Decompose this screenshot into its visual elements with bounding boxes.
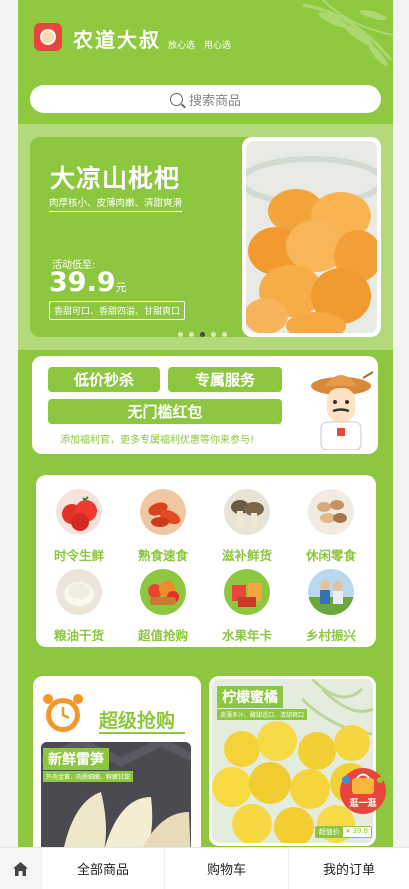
category-label: 时令生鲜 [53,548,104,563]
super-deal-title: 超级抢购 [99,710,176,732]
alarm-clock-icon [43,694,83,732]
lemon-title: 柠檬蜜橘 [217,686,283,708]
lemon-subtitle: 皮薄多汁、酸甜适口、清甜爽口 [217,709,308,720]
category-label: 休闲零食 [305,548,356,563]
title-underline [99,732,185,734]
lemon-price-badge: 超值价 ¥ 39.9 [314,826,372,838]
category-item[interactable]: 滋补鲜货 [212,489,282,564]
category-item[interactable]: 熟食速食 [128,489,198,564]
browse-float-button[interactable]: 逛一逛 [338,766,388,816]
banner-price: 39.9元 [49,267,127,298]
banner-tags: 香甜可口、香甜四溢、甘甜爽口 [49,301,186,320]
farmer-mascot-icon [311,371,374,450]
promo-card: 低价秒杀 专属服务 无门槛红包 添加福利官，更多专属福利优惠等你来参与! [32,356,378,454]
slogan-1: 放心选 [168,41,196,51]
nuts-icon [308,489,354,535]
category-item[interactable]: 乡村振兴 [296,569,366,644]
category-label: 滋补鲜货 [221,548,272,563]
brand-name: 农道大叔 [73,28,161,52]
category-item[interactable]: 超值抢购 [128,569,198,644]
mushroom-icon [224,489,270,535]
app-screen: 农道大叔 放心选 用心选 搜索商品 大凉山枇杷 肉厚核小、皮薄肉嫩、清甜爽滑 活… [18,0,393,889]
search-placeholder: 搜索商品 [188,93,241,109]
category-item[interactable]: 休闲零食 [296,489,366,564]
tab-my-orders[interactable]: 我的订单 [289,848,409,889]
flash-sale-button[interactable]: 低价秒杀 [48,367,160,392]
category-label: 超值抢购 [137,628,188,643]
category-label: 水果年卡 [221,628,272,643]
bottom-tab-bar: 全部商品 购物车 我的订单 [0,847,409,889]
search-bar[interactable]: 搜索商品 [30,85,381,113]
carousel-dot[interactable] [222,332,227,337]
carousel-dot-active[interactable] [200,332,205,337]
category-item[interactable]: 时令生鲜 [44,489,114,564]
logo-icon [34,23,62,51]
category-label: 粮油干货 [53,628,104,643]
loquat-photo-icon [246,141,377,333]
banner-title: 大凉山枇杷 [50,164,181,193]
bamboo-subtitle: 外壳金黄、肉质细嫩、鲜嫩甘甜 [43,771,134,782]
rice-icon [56,569,102,615]
carousel-indicator[interactable] [178,332,227,337]
carousel-dot[interactable] [178,332,183,337]
category-grid: 时令生鲜 熟食速食 滋补鲜货 休闲零食 粮油干货 超值抢购 水果年卡 乡村振兴 [36,475,376,647]
tab-cart[interactable]: 购物车 [165,848,289,889]
home-icon [13,861,28,876]
carousel-dot[interactable] [189,332,194,337]
browse-label: 逛一逛 [349,797,376,809]
banner-subtitle: 肉厚核小、皮薄肉嫩、清甜爽滑 [49,195,183,212]
tomato-icon [56,489,102,535]
fruit-box-icon [224,569,270,615]
fruit-basket-icon [140,569,186,615]
category-item[interactable]: 粮油干货 [44,569,114,644]
carousel-dot[interactable] [211,332,216,337]
super-deal-card[interactable]: 超级抢购 新鲜雷笋 外壳金黄、肉质细嫩、鲜嫩甘甜 [33,676,201,856]
category-label: 乡村振兴 [305,628,356,643]
exclusive-service-button[interactable]: 专属服务 [168,367,282,392]
lemon-orange-card[interactable]: 柠檬蜜橘 皮薄多汁、酸甜适口、清甜爽口 超值价 ¥ 39.9 [209,676,376,846]
category-item[interactable]: 水果年卡 [212,569,282,644]
leaf-decoration-icon [302,0,393,66]
home-tab[interactable] [0,848,42,889]
loquat-image[interactable] [242,137,381,337]
bamboo-title: 新鲜雷笋 [43,748,109,770]
slogan-2: 用心选 [204,41,232,51]
farmers-icon [308,569,354,615]
header: 农道大叔 放心选 用心选 搜索商品 [18,0,393,124]
red-packet-button[interactable]: 无门槛红包 [48,399,282,424]
search-icon [169,92,183,106]
tab-all-products[interactable]: 全部商品 [42,848,165,889]
category-label: 熟食速食 [137,548,188,563]
crayfish-icon [140,489,186,535]
promo-tip: 添加福利官，更多专属福利优惠等你来参与! [60,435,255,446]
